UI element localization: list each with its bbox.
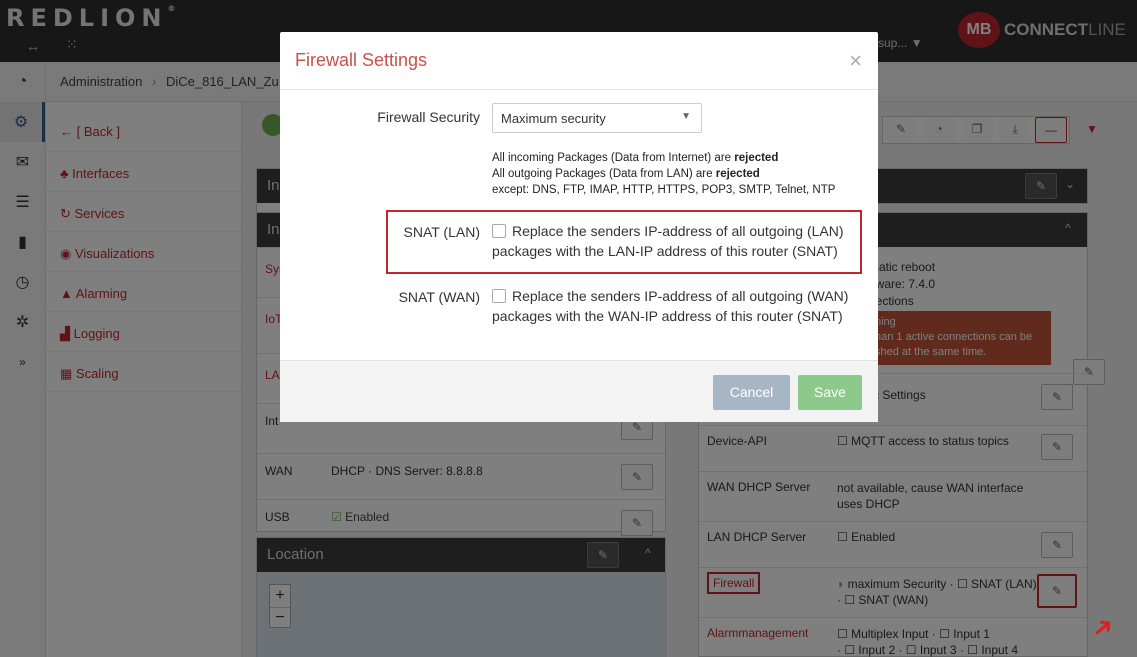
snat-lan-label: SNAT (LAN)	[403, 224, 481, 240]
cancel-button[interactable]: Cancel	[713, 375, 790, 410]
firewall-settings-dialog: Firewall Settings × Firewall Security Ma…	[280, 32, 878, 422]
modal-title: Firewall Settings	[295, 50, 428, 70]
snat-wan-option: Replace the senders IP-address of all ou…	[492, 288, 849, 324]
save-button[interactable]: Save	[798, 375, 862, 410]
snat-wan-label: SNAT (WAN)	[398, 289, 480, 305]
firewall-security-label: Firewall Security	[377, 109, 480, 125]
firewall-security-select[interactable]: Maximum security ▼	[492, 103, 702, 133]
close-icon[interactable]: ×	[849, 48, 862, 74]
snat-lan-checkbox[interactable]	[492, 224, 506, 238]
chevron-down-icon: ▼	[681, 111, 691, 122]
modal-header: Firewall Settings	[280, 32, 878, 90]
firewall-info: All incoming Packages (Data from Interne…	[492, 152, 836, 196]
modal-footer: Cancel Save	[280, 360, 878, 422]
snat-lan-option: Replace the senders IP-address of all ou…	[492, 223, 844, 259]
snat-wan-checkbox[interactable]	[492, 289, 506, 303]
